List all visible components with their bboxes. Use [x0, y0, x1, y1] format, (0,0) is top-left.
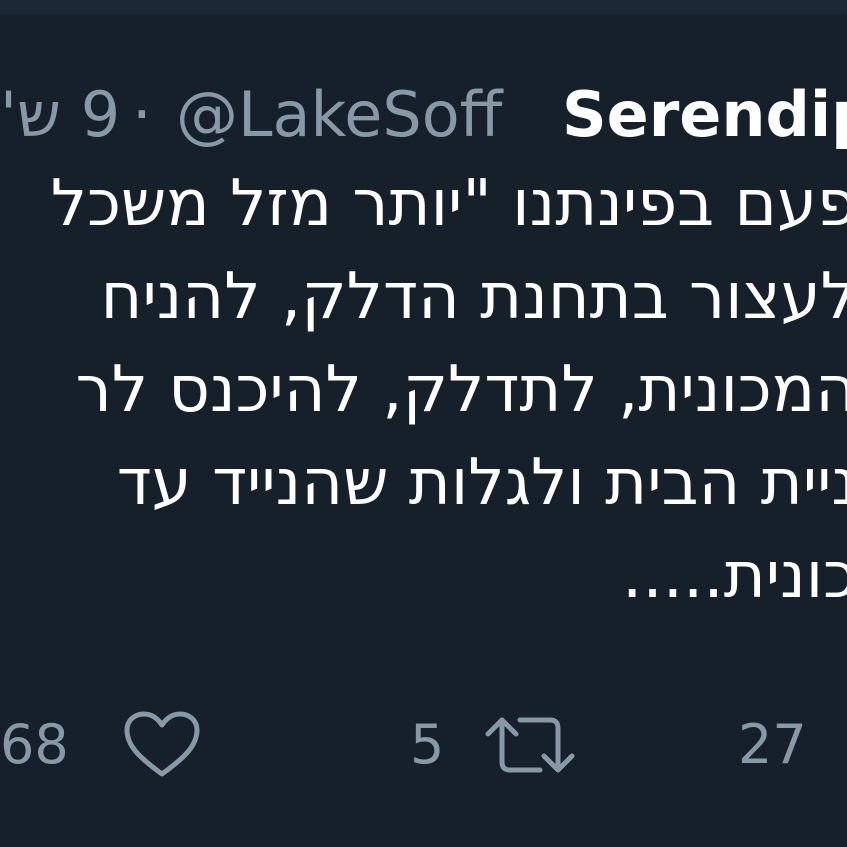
heart-icon [124, 711, 200, 777]
tweet-text-line: המכונית, לתדלק, להיכנס לר [75, 353, 847, 427]
tweet-text-line: פעם בפינתנו "יותר מזל משכל [50, 167, 847, 241]
author-name[interactable]: Serendip [562, 70, 847, 160]
like-count: 68 [0, 700, 69, 790]
tweet-text: פעם בפינתנו "יותר מזל משכל לעצור בתחנת ה… [0, 158, 847, 623]
retweet-icon [485, 717, 575, 773]
like-count-label: 68 [0, 713, 69, 776]
like-button[interactable] [122, 700, 202, 790]
separator-dot: · [132, 78, 152, 151]
reply-count: 27 [738, 700, 807, 790]
reply-count-label: 27 [738, 713, 807, 776]
tweet-time[interactable]: 9 ש' [0, 70, 120, 160]
tweet-text-line: כונית..... [622, 539, 847, 613]
tweet-header: 9 ש' · @LakeSoff Serendip [0, 70, 847, 160]
author-handle[interactable]: @LakeSoff [176, 70, 502, 160]
retweet-button[interactable] [482, 700, 578, 790]
top-strip [0, 0, 847, 14]
tweet-text-line: לעצור בתחנת הדלק, להניח [100, 260, 847, 334]
retweet-count-label: 5 [410, 713, 445, 776]
tweet-actions: 68 5 27 [0, 700, 847, 790]
retweet-count: 5 [410, 700, 444, 790]
tweet-text-line: ניית הבית ולגלות שהנייד עד [116, 446, 847, 520]
